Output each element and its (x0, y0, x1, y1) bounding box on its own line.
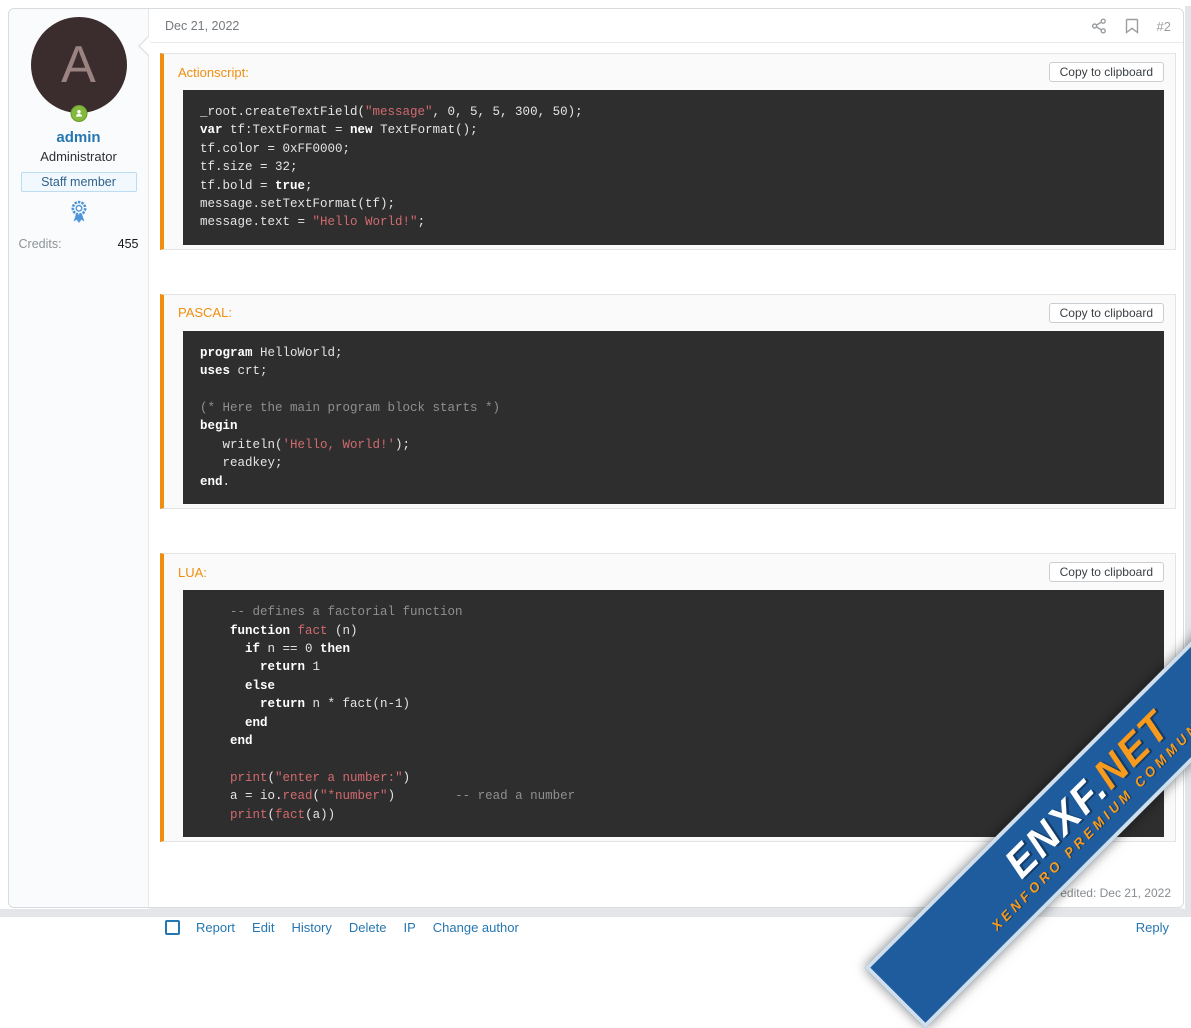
code-block-body: _root.createTextField("message", 0, 5, 5… (164, 90, 1175, 249)
post-date-link[interactable]: Dec 21, 2022 (165, 19, 239, 33)
copy-to-clipboard-button[interactable]: Copy to clipboard (1049, 562, 1164, 582)
code-block-header: Actionscript: Copy to clipboard (164, 54, 1175, 90)
share-icon[interactable] (1091, 18, 1107, 34)
code-pane: _root.createTextField("message", 0, 5, 5… (183, 90, 1164, 245)
credits-value: 455 (118, 237, 139, 251)
code-block-title: Actionscript: (178, 65, 249, 80)
copy-to-clipboard-button[interactable]: Copy to clipboard (1049, 62, 1164, 82)
delete-link[interactable]: Delete (349, 920, 387, 935)
code-block-header: LUA: Copy to clipboard (164, 554, 1175, 590)
post-message-column: Dec 21, 2022 #2 Actio (149, 9, 1183, 907)
avatar[interactable]: A (31, 17, 127, 113)
edit-link[interactable]: Edit (252, 920, 274, 935)
forum-post: A admin Administrator Staff member Credi… (8, 8, 1184, 908)
post-user-sidebar: A admin Administrator Staff member Credi… (9, 9, 149, 907)
ip-link[interactable]: IP (403, 920, 415, 935)
online-status-icon (70, 105, 87, 122)
code-block-lua: LUA: Copy to clipboard -- defines a fact… (160, 553, 1176, 842)
code-block-body: program HelloWorld; uses crt; (* Here th… (164, 331, 1175, 508)
credits-label: Credits: (19, 237, 62, 251)
user-title: Administrator (40, 149, 117, 164)
code-block-title: LUA: (178, 565, 207, 580)
select-post-checkbox[interactable] (165, 920, 180, 935)
code-block-header: PASCAL: Copy to clipboard (164, 295, 1175, 331)
page-background-right (1185, 6, 1191, 917)
copy-to-clipboard-button[interactable]: Copy to clipboard (1049, 303, 1164, 323)
message-bubble-arrow (138, 35, 149, 57)
reply-link[interactable]: Reply (1136, 920, 1169, 935)
username-link[interactable]: admin (56, 129, 100, 146)
code-block-body: -- defines a factorial function function… (164, 590, 1175, 841)
post-header-meta: #2 (1091, 18, 1171, 34)
post-number-link[interactable]: #2 (1157, 19, 1171, 34)
history-link[interactable]: History (291, 920, 331, 935)
code-pane: program HelloWorld; uses crt; (* Here th… (183, 331, 1164, 504)
bookmark-icon[interactable] (1125, 18, 1139, 34)
code-pane: -- defines a factorial function function… (183, 590, 1164, 837)
report-link[interactable]: Report (196, 920, 235, 935)
credits-row: Credits: 455 (19, 237, 139, 251)
post-header: Dec 21, 2022 #2 (149, 9, 1183, 43)
post-body: Actionscript: Copy to clipboard _root.cr… (149, 43, 1183, 908)
change-author-link[interactable]: Change author (433, 920, 519, 935)
code-block-pascal: PASCAL: Copy to clipboard program HelloW… (160, 294, 1176, 509)
staff-member-banner: Staff member (21, 172, 137, 192)
code-block-title: PASCAL: (178, 305, 232, 320)
code-block-actionscript: Actionscript: Copy to clipboard _root.cr… (160, 53, 1176, 250)
avatar-letter: A (61, 39, 96, 91)
award-icon (68, 200, 90, 224)
